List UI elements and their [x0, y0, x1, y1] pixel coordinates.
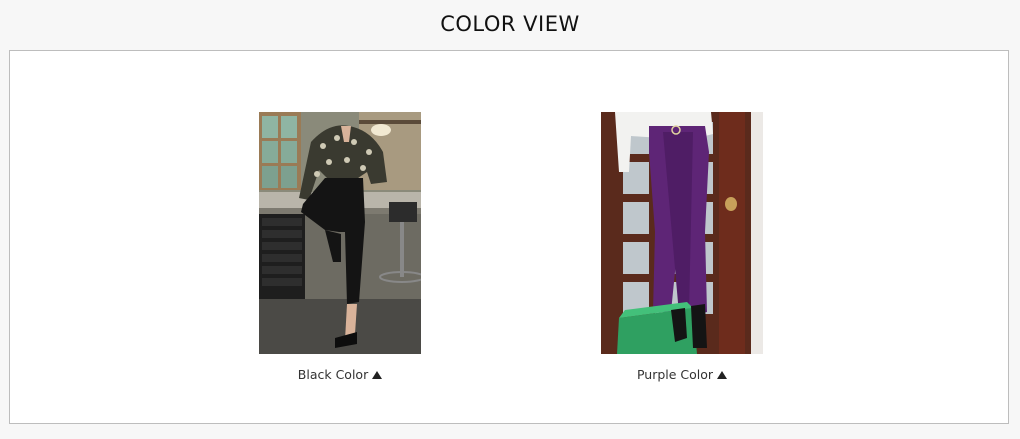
purple-color-label: Purple Color	[636, 367, 714, 382]
black-color-caption[interactable]: Black Color	[259, 367, 421, 382]
color-view-panel: Black Color Purple Color	[9, 50, 1009, 424]
black-color-photo[interactable]	[259, 112, 421, 354]
color-item-purple[interactable]: Purple Color	[601, 112, 763, 382]
color-item-black[interactable]: Black Color	[259, 112, 421, 382]
triangle-up-icon	[717, 371, 728, 379]
purple-color-photo[interactable]	[601, 112, 763, 354]
black-color-label: Black Color	[297, 367, 369, 382]
triangle-up-icon	[372, 371, 383, 379]
page-title: COLOR VIEW	[440, 12, 580, 36]
purple-color-caption[interactable]: Purple Color	[601, 367, 763, 382]
